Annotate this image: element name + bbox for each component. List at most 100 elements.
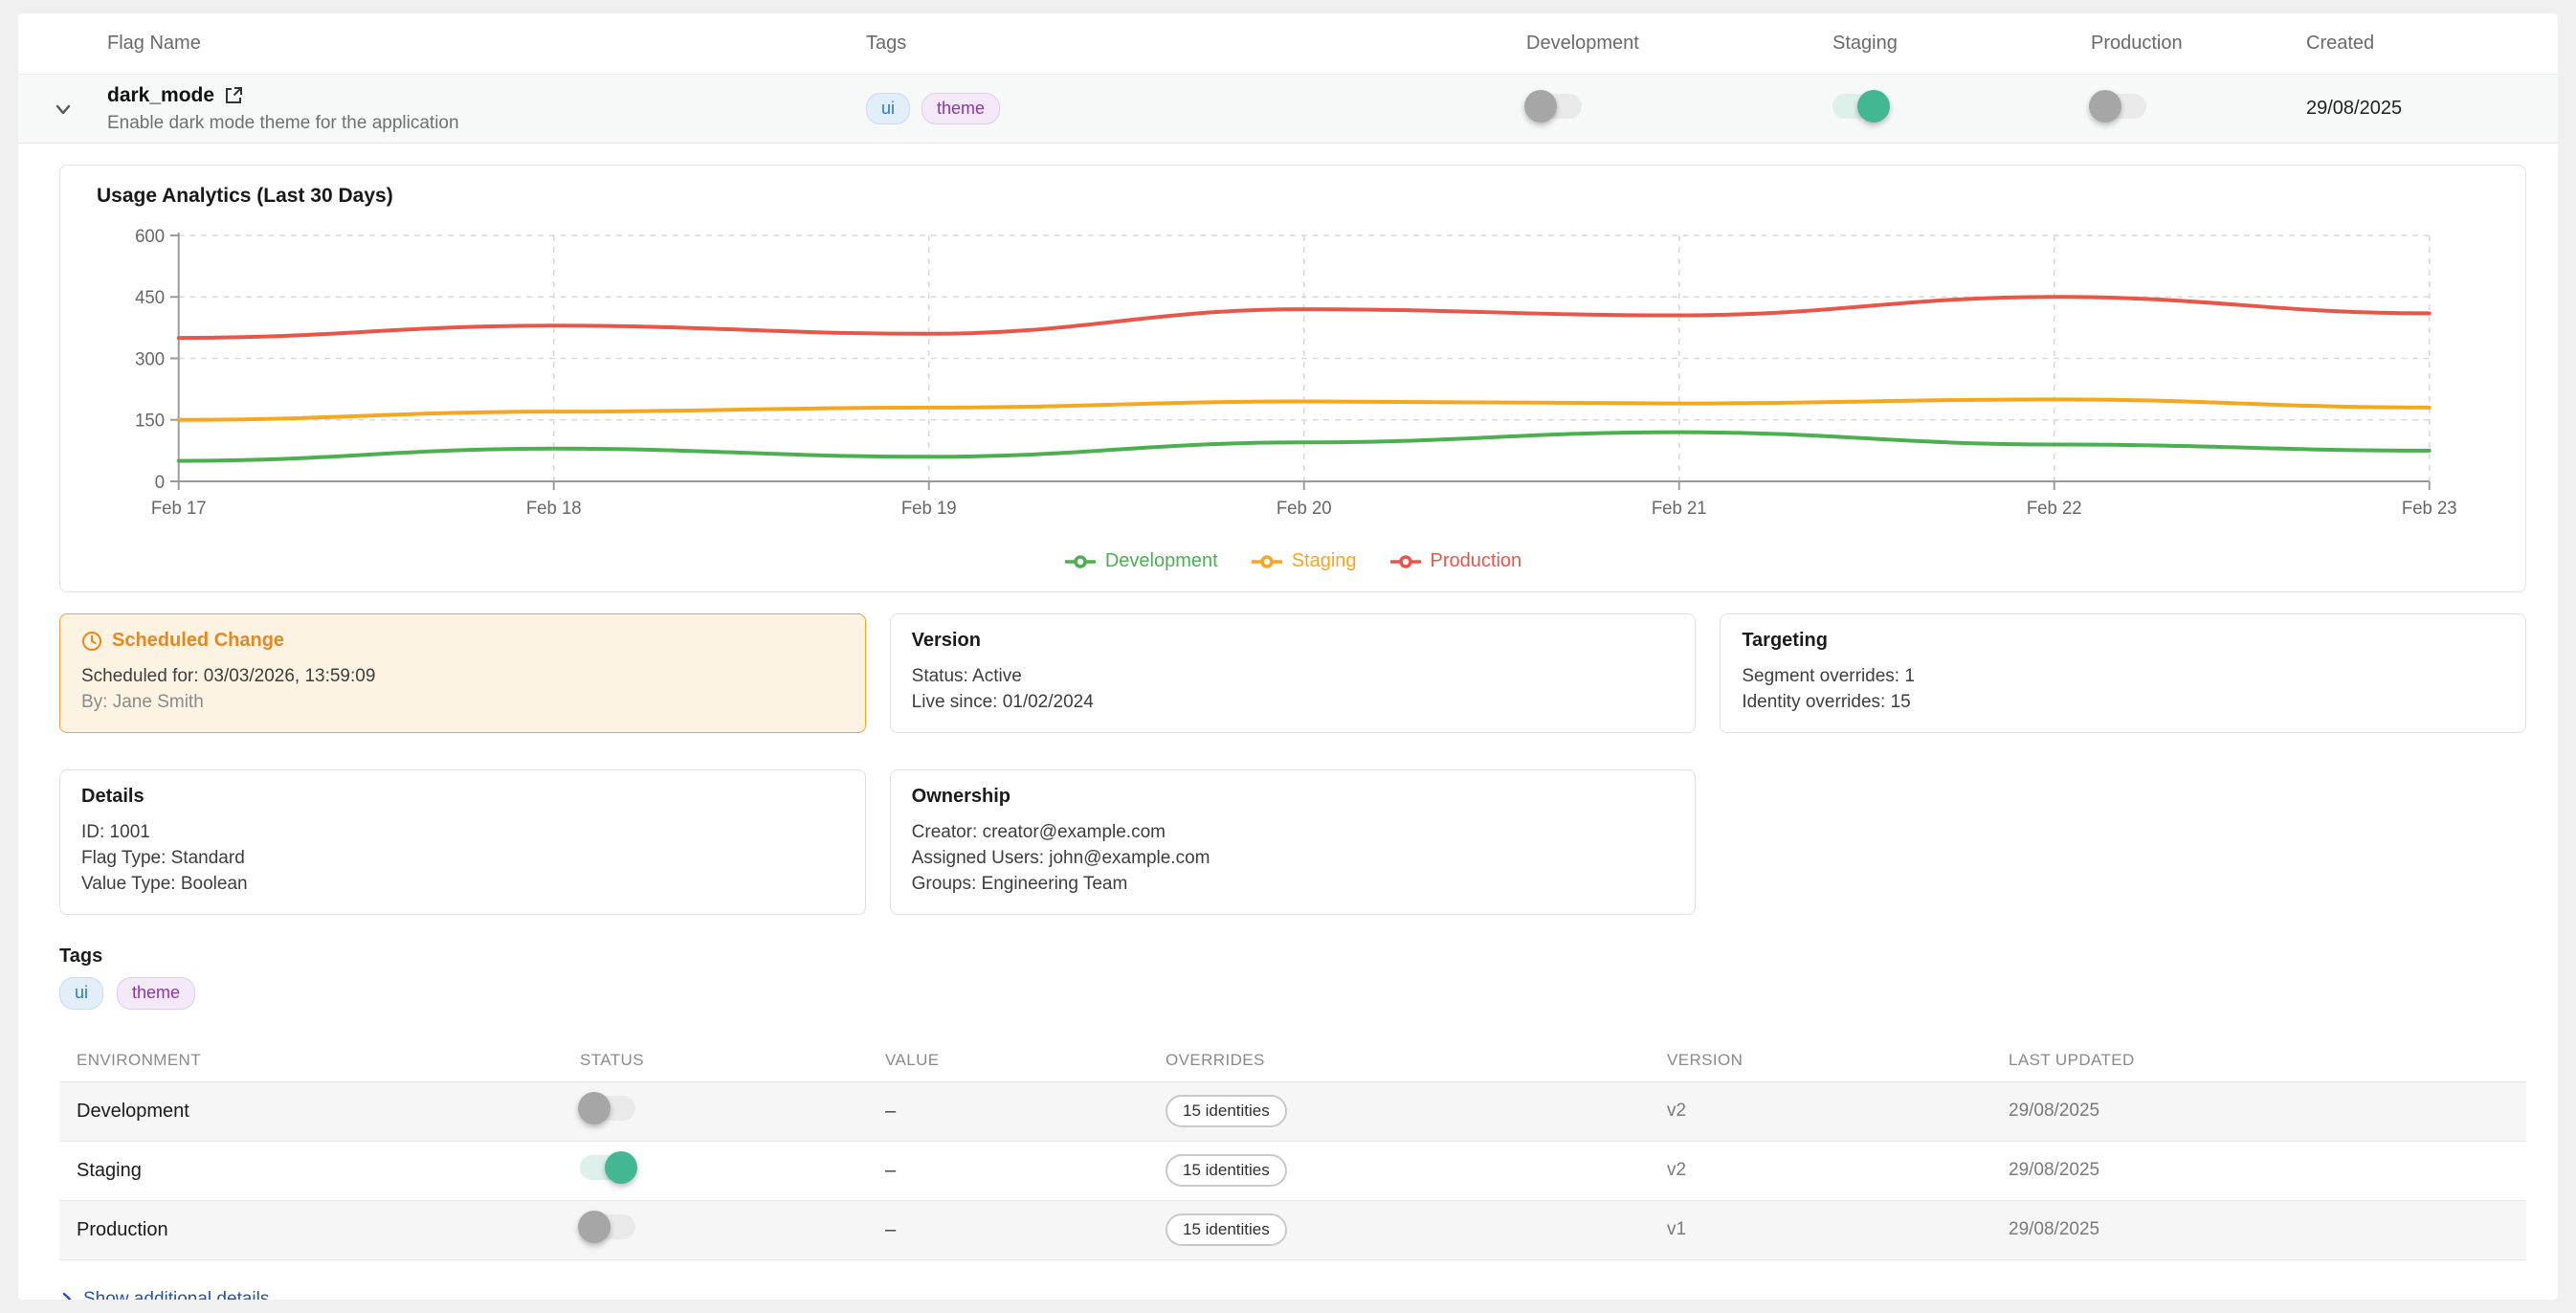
legend-marker-icon [1251, 555, 1283, 568]
flag-description: Enable dark mode theme for the applicati… [107, 113, 866, 134]
env-overrides-badge[interactable]: 15 identities [1166, 1154, 1287, 1187]
targeting-card: Targeting Segment overrides: 1 Identity … [1720, 613, 2526, 733]
env-last-updated: 29/08/2025 [2009, 1101, 2526, 1122]
expand-chevron[interactable] [18, 98, 107, 121]
usage-analytics-chart: 0150300450600Feb 17Feb 18Feb 19Feb 20Feb… [83, 221, 2502, 546]
details-value-type: Value Type: Boolean [81, 871, 844, 897]
ownership-card-title: Ownership [912, 786, 1675, 808]
toggle-knob [578, 1211, 611, 1243]
chart-title: Usage Analytics (Last 30 Days) [83, 183, 2502, 221]
segment-overrides: Segment overrides: 1 [1742, 663, 2504, 689]
details-card: Details ID: 1001 Flag Type: Standard Val… [59, 769, 866, 915]
summary-cards-row-1: Scheduled Change Scheduled for: 03/03/20… [59, 613, 2526, 733]
tag-pill-theme[interactable]: theme [922, 93, 1000, 125]
flag-table-header: Flag Name Tags Development Staging Produ… [18, 13, 2558, 75]
env-last-updated: 29/08/2025 [2009, 1160, 2526, 1181]
svg-text:600: 600 [135, 226, 165, 246]
scheduled-change-title: Scheduled Change [81, 630, 844, 652]
env-last-updated: 29/08/2025 [2009, 1219, 2526, 1240]
tags-section-title: Tags [59, 946, 2526, 968]
summary-cards-row-2: Details ID: 1001 Flag Type: Standard Val… [59, 769, 2526, 915]
details-id: ID: 1001 [81, 819, 844, 845]
env-value: – [885, 1219, 1166, 1241]
details-flag-type: Flag Type: Standard [81, 845, 844, 871]
col-last-updated: LAST UPDATED [2009, 1051, 2526, 1070]
scheduled-for-text: Scheduled for: 03/03/2026, 13:59:09 [81, 663, 844, 689]
svg-text:Feb 22: Feb 22 [2027, 498, 2082, 518]
show-additional-details-link[interactable]: Show additional details [59, 1289, 269, 1300]
scheduled-change-card: Scheduled Change Scheduled for: 03/03/20… [59, 613, 866, 733]
svg-text:Feb 20: Feb 20 [1277, 498, 1332, 518]
legend-item-staging[interactable]: Staging [1251, 550, 1357, 572]
svg-text:Feb 18: Feb 18 [526, 498, 582, 518]
tag-pill-ui[interactable]: ui [59, 977, 103, 1010]
flag-name: dark_mode [107, 84, 214, 107]
legend-marker-icon [1389, 555, 1422, 568]
toggle-knob [605, 1151, 637, 1184]
ownership-groups: Groups: Engineering Team [912, 871, 1675, 897]
svg-text:150: 150 [135, 411, 165, 431]
legend-item-development[interactable]: Development [1064, 550, 1218, 572]
toggle-knob [578, 1092, 611, 1124]
svg-text:Feb 19: Feb 19 [901, 498, 957, 518]
flag-created-date: 29/08/2025 [2306, 98, 2558, 120]
col-overrides: OVERRIDES [1166, 1051, 1667, 1070]
ownership-card: Ownership Creator: creator@example.com A… [890, 769, 1697, 915]
environment-row: Staging – 15 identities v2 29/08/2025 [59, 1142, 2526, 1201]
identity-overrides: Identity overrides: 15 [1742, 689, 2504, 715]
environment-row: Development – 15 identities v2 29/08/202… [59, 1082, 2526, 1142]
col-created: Created [2306, 33, 2558, 55]
col-tags: Tags [866, 33, 1526, 55]
flag-toggle-staging[interactable] [1832, 94, 1888, 119]
version-card-title: Version [912, 630, 1675, 652]
legend-item-production[interactable]: Production [1389, 550, 1522, 572]
env-status-toggle[interactable] [580, 1096, 635, 1121]
col-version: VERSION [1667, 1051, 2009, 1070]
targeting-card-title: Targeting [1742, 630, 2504, 652]
toggle-knob [2089, 90, 2121, 122]
col-environment: ENVIRONMENT [77, 1051, 580, 1070]
legend-marker-icon [1064, 555, 1097, 568]
version-card: Version Status: Active Live since: 01/02… [890, 613, 1697, 733]
flag-row-tags: uitheme [866, 93, 1526, 125]
usage-analytics-card: Usage Analytics (Last 30 Days) 015030045… [59, 165, 2526, 592]
env-value: – [885, 1101, 1166, 1123]
flag-row-dark-mode: dark_mode Enable dark mode theme for the… [18, 75, 2558, 144]
scheduled-by-text: By: Jane Smith [81, 689, 844, 715]
chart-legend: Development Staging Production [83, 546, 2502, 582]
flag-name-link[interactable]: dark_mode [107, 84, 866, 107]
environments-table-body: Development – 15 identities v2 29/08/202… [59, 1082, 2526, 1260]
flag-toggle-development[interactable] [1526, 94, 1582, 119]
tag-pill-theme[interactable]: theme [117, 977, 195, 1010]
version-live-since: Live since: 01/02/2024 [912, 689, 1675, 715]
env-value: – [885, 1160, 1166, 1182]
chevron-right-icon [59, 1292, 74, 1300]
feature-flag-panel: Flag Name Tags Development Staging Produ… [18, 13, 2558, 1300]
svg-text:450: 450 [135, 287, 165, 307]
tag-pill-ui[interactable]: ui [866, 93, 910, 125]
col-production: Production [2091, 33, 2306, 55]
environment-row: Production – 15 identities v1 29/08/2025 [59, 1201, 2526, 1260]
environments-table-header: ENVIRONMENT STATUS VALUE OVERRIDES VERSI… [59, 1040, 2526, 1082]
ownership-creator: Creator: creator@example.com [912, 819, 1675, 845]
version-status: Status: Active [912, 663, 1675, 689]
col-value: VALUE [885, 1051, 1166, 1070]
external-link-icon [224, 85, 244, 105]
ownership-assigned-users: Assigned Users: john@example.com [912, 845, 1675, 871]
col-staging: Staging [1832, 33, 2091, 55]
env-name: Staging [77, 1160, 580, 1182]
toggle-knob [1524, 90, 1557, 122]
flag-toggle-production[interactable] [2091, 94, 2146, 119]
env-overrides-badge[interactable]: 15 identities [1166, 1213, 1287, 1246]
env-name: Development [77, 1101, 580, 1123]
col-flag-name: Flag Name [107, 33, 866, 55]
svg-text:Feb 17: Feb 17 [151, 498, 207, 518]
env-status-toggle[interactable] [580, 1155, 635, 1180]
env-overrides-badge[interactable]: 15 identities [1166, 1095, 1287, 1127]
chevron-down-icon [52, 98, 75, 121]
svg-text:Feb 21: Feb 21 [1652, 498, 1707, 518]
env-version: v2 [1667, 1160, 2009, 1181]
env-version: v2 [1667, 1101, 2009, 1122]
env-status-toggle[interactable] [580, 1214, 635, 1239]
col-status: STATUS [580, 1051, 885, 1070]
